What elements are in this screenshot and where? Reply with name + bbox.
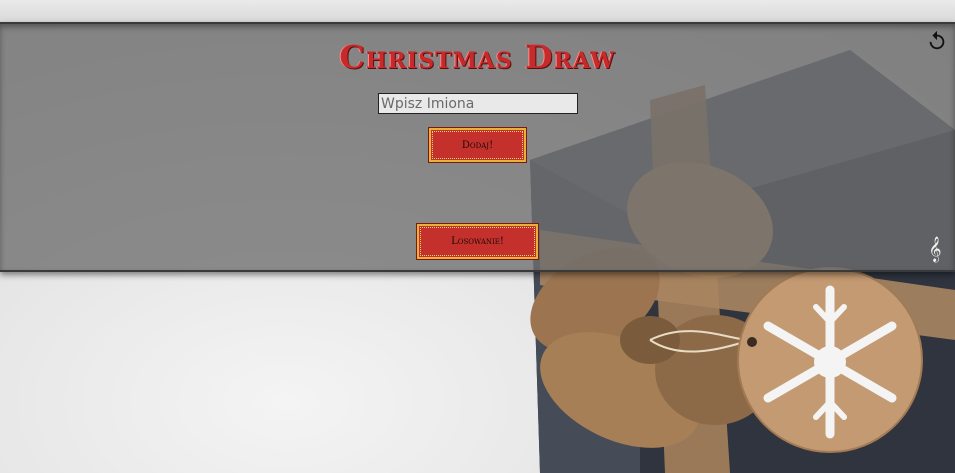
names-input[interactable] xyxy=(378,93,578,114)
reset-icon[interactable] xyxy=(926,30,948,52)
add-button[interactable]: Dodaj! xyxy=(429,128,526,162)
draw-button[interactable]: Losowanie! xyxy=(417,224,538,259)
page-title: Christmas Draw xyxy=(339,38,616,76)
music-icon[interactable]: 𝄞 xyxy=(926,236,944,264)
top-band xyxy=(0,0,955,22)
add-button-label: Dodaj! xyxy=(461,139,494,151)
draw-button-label: Losowanie! xyxy=(451,236,504,247)
